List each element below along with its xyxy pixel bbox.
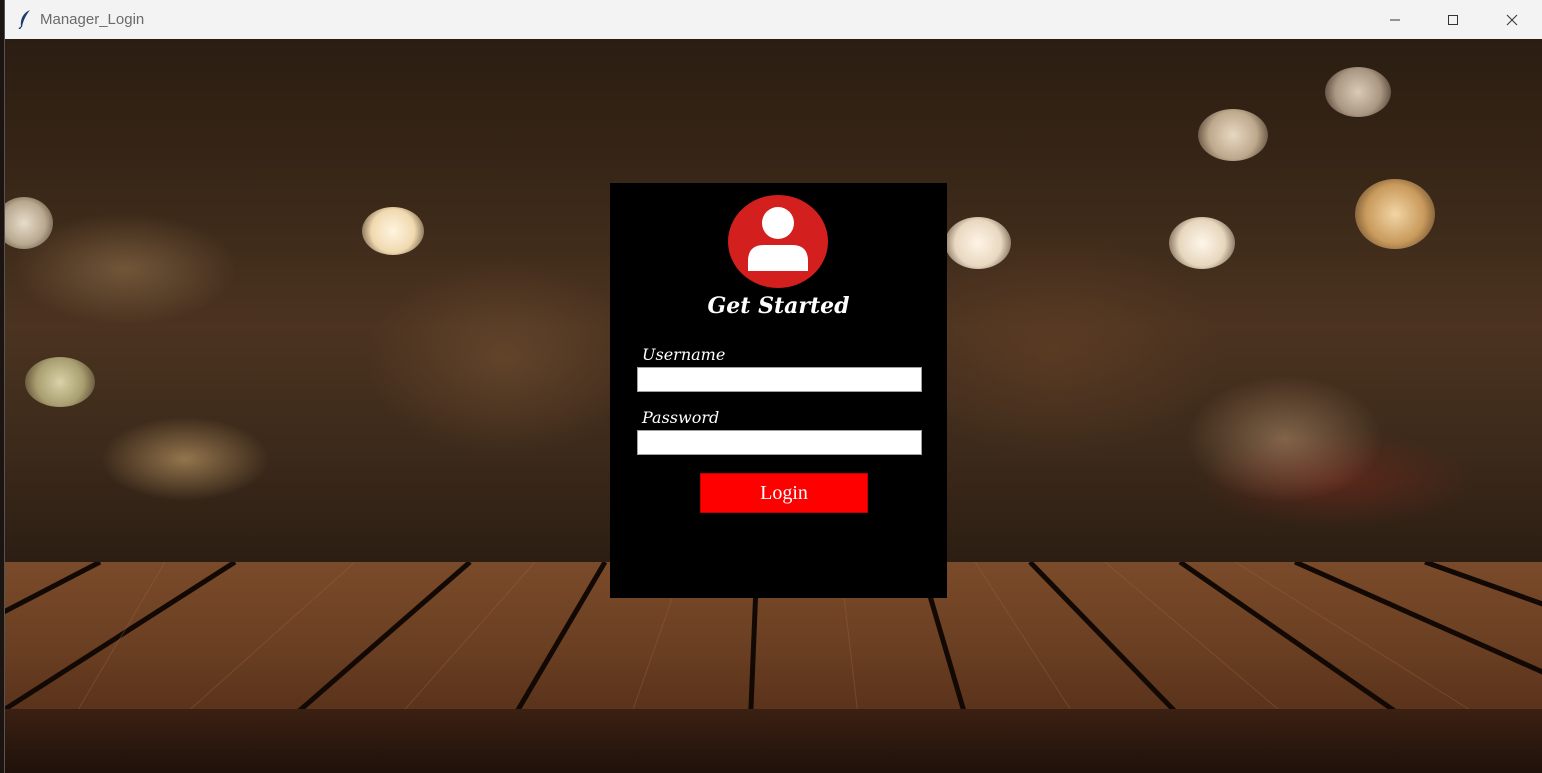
- login-panel: Get Started Username Password Login: [610, 183, 947, 598]
- password-label: Password: [642, 408, 720, 427]
- bokeh-light: [1355, 179, 1435, 249]
- bokeh-light: [5, 197, 53, 249]
- username-label: Username: [642, 345, 726, 364]
- minimize-button[interactable]: [1366, 0, 1424, 39]
- bokeh-light: [1169, 217, 1235, 269]
- username-input[interactable]: [637, 367, 922, 392]
- app-window: Manager_Login Get Started Username Passw…: [4, 0, 1542, 773]
- feather-icon: [17, 9, 33, 30]
- bokeh-light: [1325, 67, 1391, 117]
- close-button[interactable]: [1483, 0, 1541, 39]
- bokeh-light: [25, 357, 95, 407]
- window-title: Manager_Login: [40, 11, 145, 28]
- bokeh-light: [362, 207, 424, 255]
- minimize-icon: [1390, 19, 1400, 20]
- close-icon: [1506, 14, 1518, 25]
- maximize-button[interactable]: [1424, 0, 1482, 39]
- user-avatar-icon: [728, 195, 828, 288]
- get-started-heading: Get Started: [707, 293, 850, 319]
- maximize-icon: [1448, 14, 1458, 25]
- bokeh-light: [1198, 109, 1268, 161]
- password-input[interactable]: [637, 430, 922, 455]
- background-scene: Get Started Username Password Login: [5, 39, 1542, 773]
- title-bar[interactable]: Manager_Login: [5, 0, 1542, 40]
- login-button[interactable]: Login: [700, 473, 868, 513]
- table-front-edge: [5, 709, 1542, 773]
- bokeh-light: [945, 217, 1011, 269]
